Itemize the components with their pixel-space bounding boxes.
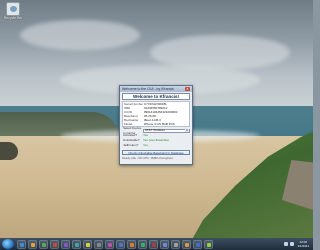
jailbroken-label: Jailbroken? xyxy=(123,143,139,147)
app-icon xyxy=(97,242,101,247)
app-icon xyxy=(130,242,134,247)
app-icon xyxy=(20,242,24,247)
clock-date: 1/1/2011 xyxy=(297,244,309,248)
welcome-banner: Welcome to Kfrancis! xyxy=(122,93,190,100)
app-icon xyxy=(152,242,156,247)
taskbar-app-button[interactable] xyxy=(94,239,103,249)
desktop-icon-label: Recycle Bin xyxy=(3,16,23,20)
taskbar-app-button[interactable] xyxy=(17,239,26,249)
carrier-select[interactable]: AT&T Wireless ▼ xyxy=(143,128,190,133)
welcome-dialog: Welcome to the GUI - by Kfrancis ✕ Welco… xyxy=(119,85,193,165)
app-icon xyxy=(196,242,200,247)
app-icon xyxy=(86,242,90,247)
rock xyxy=(0,142,18,160)
dialog-title: Welcome to the GUI - by Kfrancis xyxy=(122,87,174,91)
recycle-bin-icon xyxy=(6,2,20,16)
start-button[interactable] xyxy=(2,239,14,249)
volume-icon[interactable] xyxy=(289,242,294,246)
app-icon xyxy=(119,242,123,247)
info-value: iPhone 3 GS 8GB 3GS xyxy=(144,122,175,126)
taskbar-app-button[interactable] xyxy=(138,239,147,249)
taskbar-app-button[interactable] xyxy=(171,239,180,249)
app-icon xyxy=(64,242,68,247)
carrier-select-value: AT&T Wireless xyxy=(145,128,165,132)
app-icon xyxy=(174,242,178,247)
app-icon xyxy=(185,242,189,247)
taskbar-app-button[interactable] xyxy=(72,239,81,249)
chevron-down-icon: ▼ xyxy=(185,129,189,132)
taskbar-app-button[interactable] xyxy=(204,239,213,249)
app-icon xyxy=(42,242,46,247)
taskbar-app-button[interactable] xyxy=(50,239,59,249)
dialog-titlebar[interactable]: Welcome to the GUI - by Kfrancis ✕ xyxy=(120,86,192,92)
taskbar-app-button[interactable] xyxy=(127,239,136,249)
app-icon xyxy=(141,242,145,247)
app-icon xyxy=(108,242,112,247)
taskbar-app-button[interactable] xyxy=(149,239,158,249)
taskbar-app-button[interactable] xyxy=(83,239,92,249)
taskbar-app-button[interactable] xyxy=(116,239,125,249)
app-icon xyxy=(75,242,79,247)
clock[interactable]: 12:00 1/1/2011 xyxy=(296,240,311,248)
taskbar-app-button[interactable] xyxy=(160,239,169,249)
system-tray: 12:00 1/1/2011 xyxy=(283,240,313,248)
device-info-panel: Serial Number C7XFNHV9DF8L IMEI 01234560… xyxy=(122,101,190,127)
app-icon xyxy=(31,242,35,247)
taskbar: 12:00 1/1/2011 xyxy=(0,238,313,250)
cloud xyxy=(20,20,140,50)
taskbar-app-button[interactable] xyxy=(182,239,191,249)
taskbar-app-button[interactable] xyxy=(61,239,70,249)
taskbar-app-button[interactable] xyxy=(28,239,37,249)
taskbar-pinned-apps xyxy=(17,239,213,249)
device-controls: Select Device to Carrier AT&T Wireless ▼… xyxy=(122,126,190,148)
taskbar-app-button[interactable] xyxy=(39,239,48,249)
jailbroken-row: Jailbroken? Yes xyxy=(122,143,190,148)
app-icon xyxy=(207,242,211,247)
close-button[interactable]: ✕ xyxy=(185,87,190,91)
taskbar-app-button[interactable] xyxy=(105,239,114,249)
status-footer: Ready. Idle - 0% CPU, 0MB/s throughput xyxy=(122,156,173,160)
taskbar-app-button[interactable] xyxy=(193,239,202,249)
jailbroken-value: Yes xyxy=(143,143,148,147)
app-icon xyxy=(163,242,167,247)
check-database-button[interactable]: Check Unlockable Baseband in Database xyxy=(122,150,190,155)
app-icon xyxy=(53,242,57,247)
desktop-icon-recycle-bin[interactable]: Recycle Bin xyxy=(2,2,24,21)
network-icon[interactable] xyxy=(283,242,288,246)
